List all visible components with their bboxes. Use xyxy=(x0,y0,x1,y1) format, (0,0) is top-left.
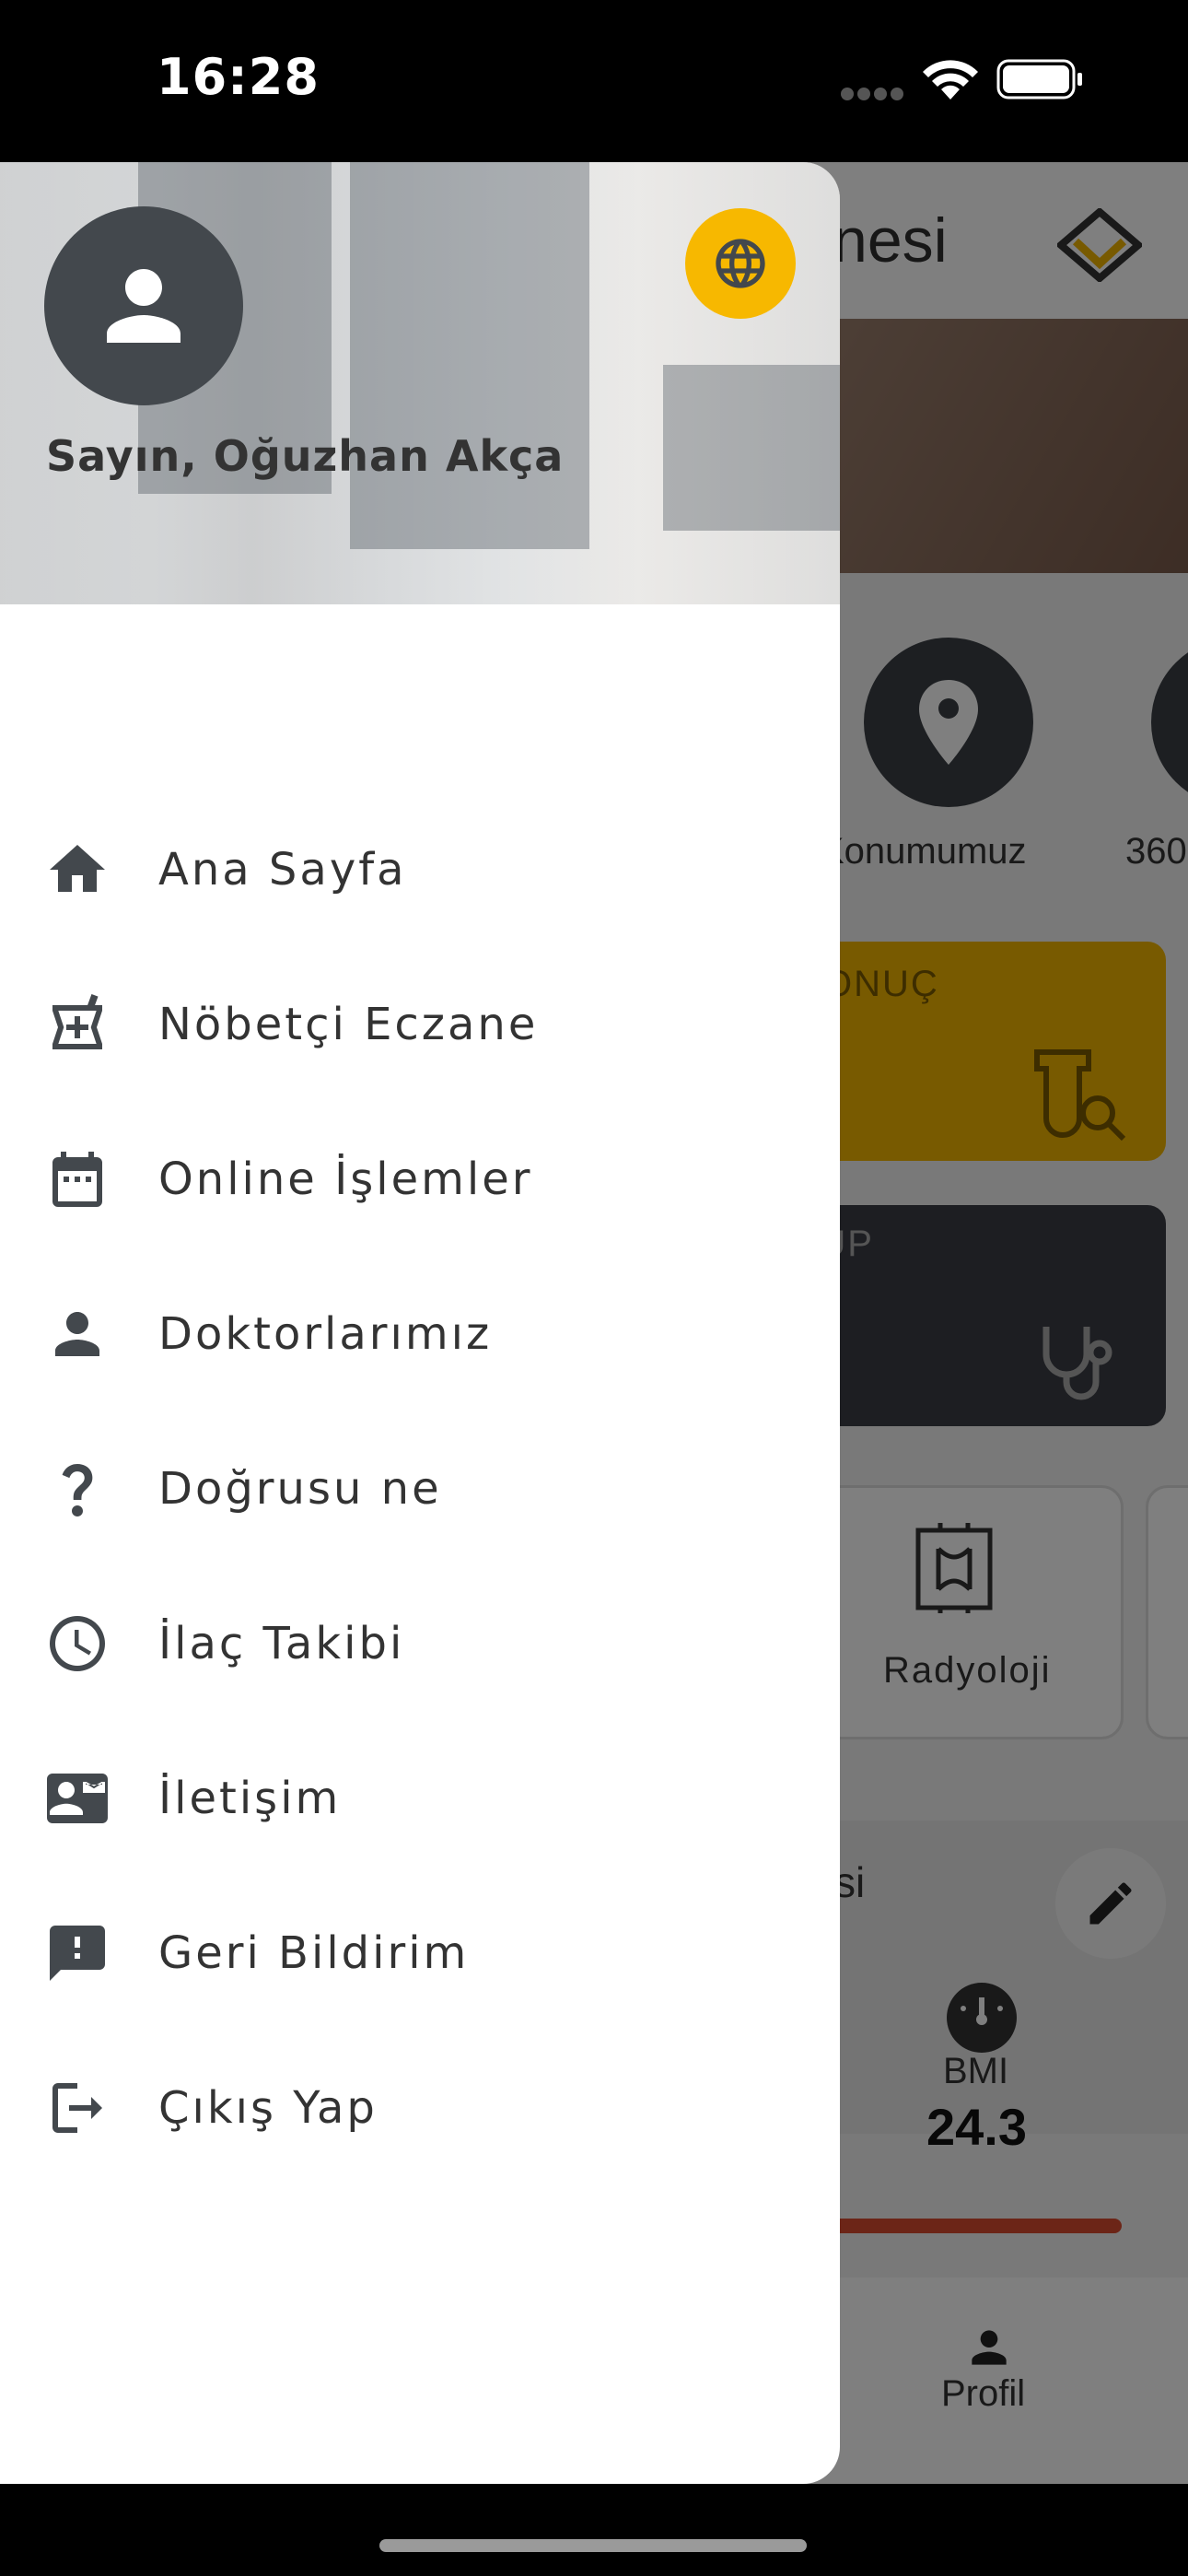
menu-item-label: İletişim xyxy=(158,1773,342,1824)
header-bg-building xyxy=(663,365,840,531)
header-bg-building xyxy=(350,162,589,549)
battery-icon xyxy=(996,59,1082,100)
menu-item-doktorlarimiz[interactable]: Doktorlarımız xyxy=(0,1257,840,1411)
menu-item-label: Doğrusu ne xyxy=(158,1463,442,1515)
menu-item-ilac-takibi[interactable]: İlaç Takibi xyxy=(0,1566,840,1721)
menu-item-label: Çıkış Yap xyxy=(158,2082,378,2134)
screen: 16:28 nesi xyxy=(0,0,1188,2576)
menu-item-label: Nöbetçi Eczane xyxy=(158,999,539,1050)
calendar-icon xyxy=(52,1152,102,1207)
cellular-signal-icon xyxy=(841,88,903,100)
menu-item-label: Doktorlarımız xyxy=(158,1308,493,1360)
home-indicator[interactable] xyxy=(379,2539,807,2552)
logout-icon xyxy=(52,2083,102,2133)
menu-item-label: Geri Bildirim xyxy=(158,1927,470,1979)
wifi-icon xyxy=(923,60,978,100)
clock-icon xyxy=(50,1616,105,1671)
person-avatar-icon xyxy=(107,269,181,343)
menu-item-label: İlaç Takibi xyxy=(158,1618,405,1669)
user-greeting: Sayın, Oğuzhan Akça xyxy=(46,431,565,481)
language-button[interactable] xyxy=(685,208,796,319)
question-icon xyxy=(62,1464,93,1516)
menu-item-dogrusu-ne[interactable]: Doğrusu ne xyxy=(0,1411,840,1566)
menu-item-label: Ana Sayfa xyxy=(158,844,407,896)
menu-item-online-islemler[interactable]: Online İşlemler xyxy=(0,1102,840,1257)
feedback-icon xyxy=(50,1926,105,1981)
navigation-drawer: Sayın, Oğuzhan Akça Ana Sayfa Nöbetçi Ec… xyxy=(0,162,840,2484)
menu-item-ana-sayfa[interactable]: Ana Sayfa xyxy=(0,792,840,947)
status-time: 16:28 xyxy=(157,48,320,106)
home-icon xyxy=(50,845,105,892)
menu-item-nobetci-eczane[interactable]: Nöbetçi Eczane xyxy=(0,947,840,1102)
person-icon xyxy=(55,1312,99,1356)
menu-item-cikis-yap[interactable]: Çıkış Yap xyxy=(0,2031,840,2185)
menu-item-iletisim[interactable]: İletişim xyxy=(0,1721,840,1876)
globe-icon xyxy=(716,239,765,288)
status-bar: 16:28 xyxy=(0,0,1188,162)
avatar xyxy=(44,206,243,405)
drawer-header: Sayın, Oğuzhan Akça xyxy=(0,162,840,604)
menu-item-label: Online İşlemler xyxy=(158,1153,533,1205)
pharmacy-icon xyxy=(52,994,102,1049)
menu-item-geri-bildirim[interactable]: Geri Bildirim xyxy=(0,1876,840,2031)
contact-card-icon xyxy=(47,1774,108,1823)
